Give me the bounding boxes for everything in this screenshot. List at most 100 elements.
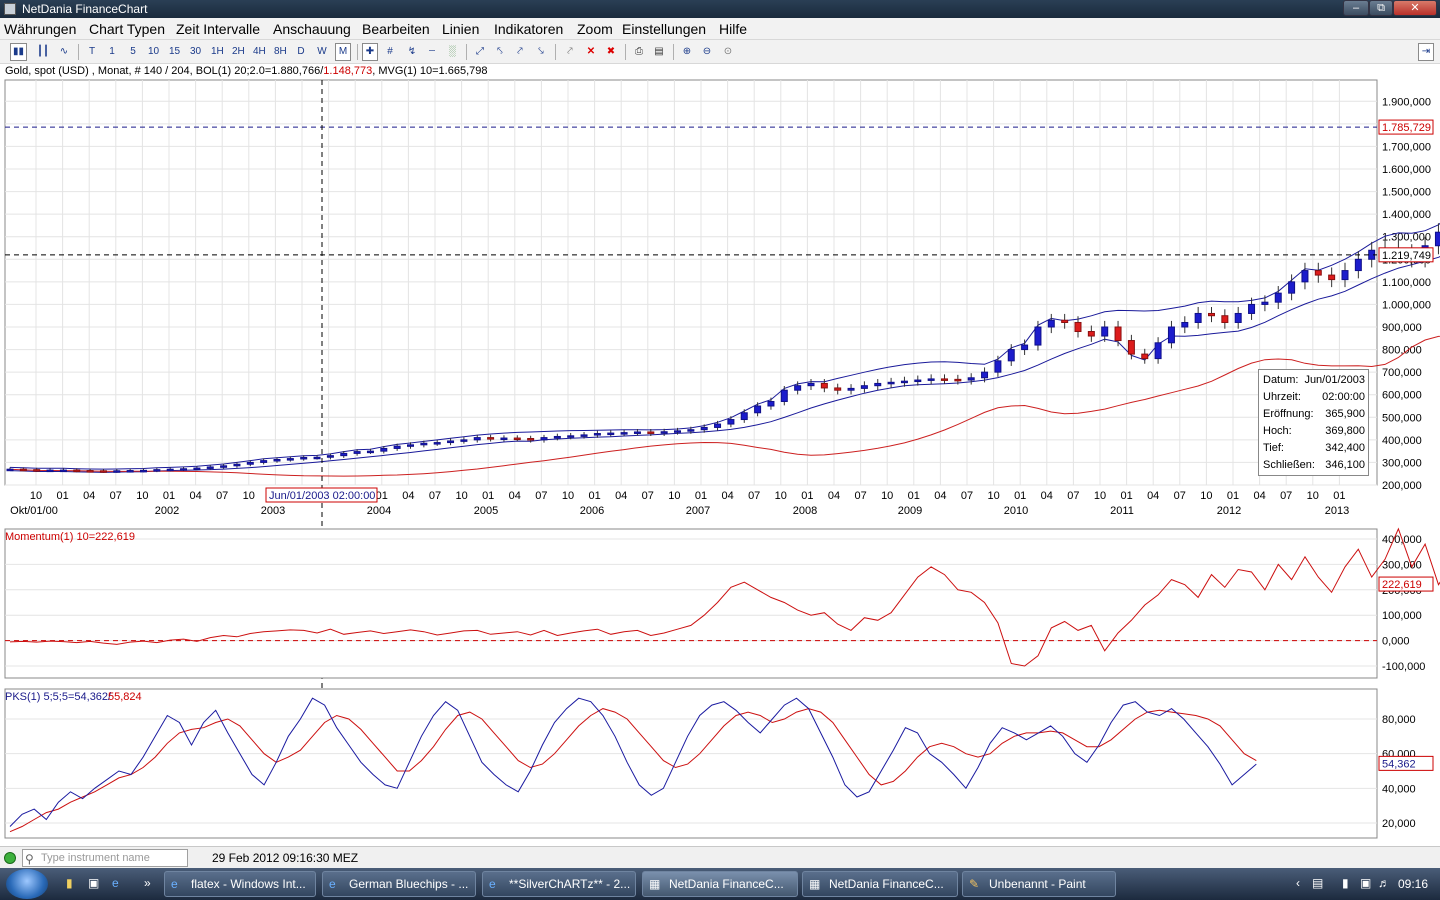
candle-body — [660, 431, 668, 434]
panel-toggle-icon[interactable]: ⇥ — [1418, 43, 1434, 61]
instrument-search-input[interactable]: ⚲ Type instrument name — [22, 849, 188, 867]
channel-icon[interactable]: ⤣ — [492, 43, 508, 61]
x-month-tick: 10 — [1307, 490, 1319, 502]
fibonacci-icon[interactable]: ⤤ — [512, 43, 528, 61]
x-year-tick: 2005 — [474, 505, 498, 517]
candle-body — [340, 452, 348, 457]
candle-body — [393, 445, 401, 449]
candle-view-icon[interactable]: ▮▮ — [10, 43, 28, 61]
task-paint[interactable]: ✎ Unbenannt - Paint — [962, 871, 1116, 897]
task-flatex[interactable]: e flatex - Windows Int... — [164, 871, 316, 897]
task-netdania-2[interactable]: ▦ NetDania FinanceC... — [802, 871, 958, 897]
x-month-tick: 07 — [854, 490, 866, 502]
menu-zoom[interactable]: Zoom — [577, 21, 613, 37]
tray-network-icon[interactable]: ▤ — [1312, 876, 1323, 890]
interval-1-button[interactable]: 1 — [104, 43, 120, 61]
interval-month-button[interactable]: M — [335, 43, 351, 61]
menu-zeit-intervalle[interactable]: Zeit Intervalle — [176, 21, 260, 37]
candle-body — [1194, 312, 1202, 323]
grid-icon[interactable]: # — [382, 43, 398, 61]
delete-all-icon[interactable]: ✖ — [603, 43, 619, 61]
tray-monitor-icon[interactable]: ▣ — [1360, 876, 1371, 890]
x-month-tick: 04 — [1253, 490, 1265, 502]
menu-einstellungen[interactable]: Einstellungen — [622, 21, 706, 37]
momentum-panel: 400,000300,000200,000100,0000,000-100,00… — [4, 527, 1440, 679]
menu-indikatoren[interactable]: Indikatoren — [494, 21, 563, 37]
volume-icon[interactable]: ░ — [444, 43, 460, 61]
task-german-bluechips[interactable]: e German Bluechips - ... — [322, 871, 476, 897]
interval-week-button[interactable]: W — [314, 43, 330, 61]
print-preview-icon[interactable]: ▤ — [651, 43, 667, 61]
momentum-y-tick: 0,000 — [1382, 636, 1410, 648]
x-month-tick: 04 — [934, 490, 946, 502]
candle-tool-icon[interactable]: ┄ — [424, 43, 440, 61]
task-netdania-1[interactable]: ▦ NetDania FinanceC... — [642, 871, 798, 897]
task-silvercharts[interactable]: e **SilverChARTz** - 2... — [482, 871, 636, 897]
crosshair-icon[interactable]: ✚ — [362, 43, 378, 61]
menu-chart-typen[interactable]: Chart Typen — [89, 21, 165, 37]
menu-linien[interactable]: Linien — [442, 21, 479, 37]
interval-day-button[interactable]: D — [293, 43, 309, 61]
bar-view-icon[interactable]: ┃┃ — [34, 43, 52, 61]
zoom-in-icon[interactable]: ⊕ — [679, 43, 695, 61]
candle-body — [927, 378, 935, 381]
candle-body — [153, 469, 161, 472]
tray-battery-icon[interactable]: ▮ — [1342, 876, 1349, 890]
interval-8h-button[interactable]: 8H — [271, 43, 290, 61]
explorer-icon[interactable]: ▮ — [66, 876, 73, 890]
arc-icon[interactable]: ⤥ — [533, 43, 549, 61]
menu-bearbeiten[interactable]: Bearbeiten — [362, 21, 430, 37]
candle-body — [73, 469, 81, 473]
start-button[interactable] — [6, 869, 48, 899]
candle-body — [180, 468, 188, 471]
trendline-icon[interactable]: ⤢ — [472, 43, 488, 61]
zoom-reset-icon[interactable]: ⊙ — [720, 43, 736, 61]
tray-expand-icon[interactable]: ‹ — [1296, 876, 1300, 890]
candle-body — [700, 426, 708, 431]
interval-tick-button[interactable]: T — [84, 43, 100, 61]
interval-2h-button[interactable]: 2H — [229, 43, 248, 61]
candle-body — [126, 470, 134, 473]
quicklaunch-more-icon[interactable]: » — [144, 876, 151, 890]
desktop-icon[interactable]: ▣ — [88, 876, 99, 890]
minimize-button[interactable]: – — [1343, 0, 1369, 16]
x-month-tick: 01 — [695, 490, 707, 502]
candle-body — [1114, 326, 1122, 342]
price-y-tick: 1.100,000 — [1382, 277, 1431, 289]
candle-body — [33, 469, 41, 472]
restore-button[interactable]: ⧉ — [1369, 0, 1393, 16]
detail-row-high: Hoch: 369,800 — [1263, 425, 1365, 437]
line-view-icon[interactable]: ∿ — [56, 43, 72, 61]
close-button[interactable]: ✕ — [1393, 0, 1437, 16]
zoom-out-icon[interactable]: ⊖ — [699, 43, 715, 61]
ie-icon: e — [489, 877, 496, 891]
x-month-tick: 04 — [189, 490, 201, 502]
candle-body — [914, 379, 922, 383]
interval-5-button[interactable]: 5 — [125, 43, 141, 61]
price-panel-frame — [4, 79, 1378, 486]
select-tool-icon[interactable]: ⤤ — [562, 43, 578, 61]
candle-body — [1434, 231, 1440, 247]
ie-quicklaunch-icon[interactable]: e — [112, 876, 119, 890]
interval-4h-button[interactable]: 4H — [250, 43, 269, 61]
interval-30-button[interactable]: 30 — [187, 43, 204, 61]
menu-hilfe[interactable]: Hilfe — [719, 21, 747, 37]
chart-area[interactable]: 1.900,0001.800,0001.700,0001.600,0001.50… — [0, 64, 1440, 844]
tray-volume-icon[interactable]: ♬ — [1378, 876, 1390, 890]
menu-anschauung[interactable]: Anschauung — [273, 21, 351, 37]
candle-body — [420, 442, 428, 446]
x-month-tick: 07 — [1280, 490, 1292, 502]
interval-1h-button[interactable]: 1H — [208, 43, 227, 61]
candle-body — [380, 447, 388, 452]
x-month-tick: 10 — [881, 490, 893, 502]
interval-10-button[interactable]: 10 — [145, 43, 162, 61]
ie-icon: e — [171, 877, 178, 891]
cursor-icon[interactable]: ↯ — [404, 43, 420, 61]
candle-body — [794, 385, 802, 391]
menu-waehrungen[interactable]: Währungen — [4, 21, 76, 37]
print-icon[interactable]: ⎙ — [631, 43, 647, 61]
interval-15-button[interactable]: 15 — [166, 43, 183, 61]
candle-body — [447, 440, 455, 444]
candle-body — [860, 385, 868, 389]
delete-icon[interactable]: ✕ — [583, 43, 599, 61]
